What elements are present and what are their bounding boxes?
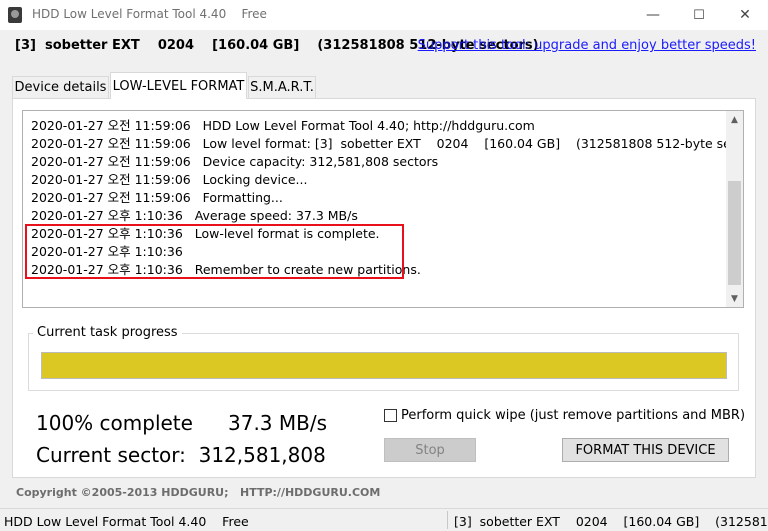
log-line: 2020-01-27 오전 11:59:06 Low level format:…	[31, 136, 744, 151]
current-sector: Current sector: 312,581,808	[36, 443, 326, 467]
progress-label: Current task progress	[33, 325, 182, 340]
log-line: 2020-01-27 오후 1:10:36 Average speed: 37.…	[31, 208, 358, 223]
scroll-up-icon[interactable]: ▲	[726, 111, 743, 128]
highlight-annotation	[25, 224, 404, 279]
minimize-icon[interactable]: —	[630, 0, 676, 30]
scroll-down-icon[interactable]: ▼	[726, 290, 743, 307]
window-title: HDD Low Level Format Tool 4.40 Free	[32, 7, 267, 21]
copyright: Copyright ©2005-2013 HDDGURU; HTTP://HDD…	[16, 486, 381, 499]
quick-wipe-checkbox[interactable]	[384, 409, 397, 422]
log-line: 2020-01-27 오전 11:59:06 Formatting...	[31, 190, 283, 205]
log-scrollbar[interactable]: ▲ ▼	[726, 111, 743, 307]
percent-complete: 100% complete	[36, 411, 193, 435]
log-line: 2020-01-27 오전 11:59:06 Device capacity: …	[31, 154, 439, 169]
maximize-icon[interactable]: ☐	[676, 0, 722, 30]
format-device-button[interactable]: FORMAT THIS DEVICE	[562, 438, 729, 462]
status-bar: HDD Low Level Format Tool 4.40 Free [3] …	[0, 508, 768, 531]
status-app-name: HDD Low Level Format Tool 4.40 Free	[4, 514, 249, 529]
device-bar: [3] sobetter EXT 0204 [160.04 GB] (31258…	[0, 30, 768, 62]
title-bar: HDD Low Level Format Tool 4.40 Free — ☐ …	[0, 0, 768, 30]
log-line: 2020-01-27 오전 11:59:06 Locking device...	[31, 172, 308, 187]
tab-low-level-format[interactable]: LOW-LEVEL FORMAT	[110, 72, 247, 99]
status-device: [3] sobetter EXT 0204 [160.04 GB] (31258…	[454, 514, 768, 529]
support-link[interactable]: Support this tool: upgrade and enjoy bet…	[418, 38, 756, 53]
status-divider	[447, 511, 448, 529]
progress-bar	[41, 352, 727, 379]
tab-device-details[interactable]: Device details	[12, 76, 109, 98]
log-line: 2020-01-27 오전 11:59:06 HDD Low Level For…	[31, 118, 535, 133]
close-icon[interactable]: ✕	[722, 0, 768, 30]
scroll-thumb[interactable]	[728, 181, 741, 285]
format-speed: 37.3 MB/s	[228, 411, 328, 435]
stop-button[interactable]: Stop	[384, 438, 476, 462]
tab-smart[interactable]: S.M.A.R.T.	[248, 76, 316, 98]
app-hdd-icon	[8, 7, 22, 23]
quick-wipe-label[interactable]: Perform quick wipe (just remove partitio…	[401, 408, 745, 423]
progress-fill	[42, 353, 726, 378]
